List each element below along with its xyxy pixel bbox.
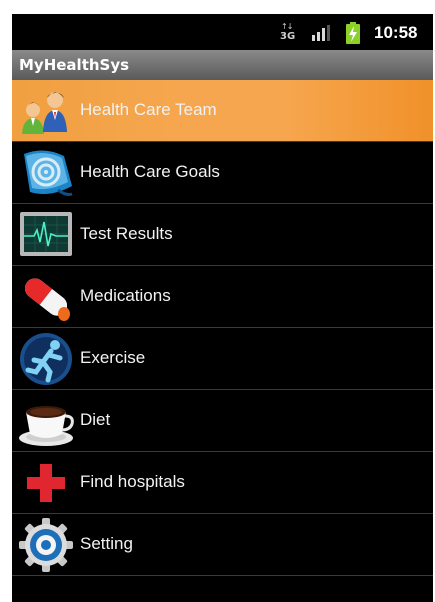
gear-icon xyxy=(19,518,73,572)
coffee-cup-icon xyxy=(19,406,74,446)
battery-charging-icon xyxy=(346,22,360,44)
phone-screen: ↑↓ 3G 10:58 MyHealthSys Health Care Team… xyxy=(12,14,433,602)
app-title: MyHealthSys xyxy=(19,56,130,74)
menu-item-test-results[interactable]: Test Results xyxy=(12,204,433,266)
menu-item-label: Diet xyxy=(80,410,111,429)
menu-item-label: Setting xyxy=(80,534,133,553)
menu-item-label: Health Care Goals xyxy=(80,162,220,181)
3g-data-icon: ↑↓ 3G xyxy=(280,22,296,42)
menu-item-label: Exercise xyxy=(80,348,146,367)
menu-item-health-care-goals[interactable]: Health Care Goals xyxy=(12,142,433,204)
title-bar: MyHealthSys xyxy=(12,50,433,80)
status-clock: 10:58 xyxy=(374,23,418,42)
menu-item-setting[interactable]: Setting xyxy=(12,514,433,576)
running-person-icon xyxy=(20,333,72,385)
menu-item-exercise[interactable]: Exercise xyxy=(12,328,433,390)
menu-item-label: Medications xyxy=(80,286,171,305)
pill-capsule-icon xyxy=(24,278,70,321)
menu-item-diet[interactable]: Diet xyxy=(12,390,433,452)
goals-icon xyxy=(24,150,73,196)
menu-item-medications[interactable]: Medications xyxy=(12,266,433,328)
menu-list: Health Care Team Health Care Goals Test … xyxy=(12,80,433,576)
network-type-label: 3G xyxy=(280,31,296,42)
menu-item-label: Test Results xyxy=(80,224,173,243)
menu-item-find-hospitals[interactable]: Find hospitals xyxy=(12,452,433,514)
menu-item-health-care-team[interactable]: Health Care Team xyxy=(12,80,433,142)
heart-monitor-icon xyxy=(20,212,72,256)
status-bar: ↑↓ 3G 10:58 xyxy=(12,14,433,50)
menu-item-label: Health Care Team xyxy=(80,100,217,119)
red-cross-icon xyxy=(27,464,65,502)
signal-strength-icon xyxy=(312,25,330,41)
menu-item-label: Find hospitals xyxy=(80,472,185,491)
people-icon xyxy=(22,92,67,134)
